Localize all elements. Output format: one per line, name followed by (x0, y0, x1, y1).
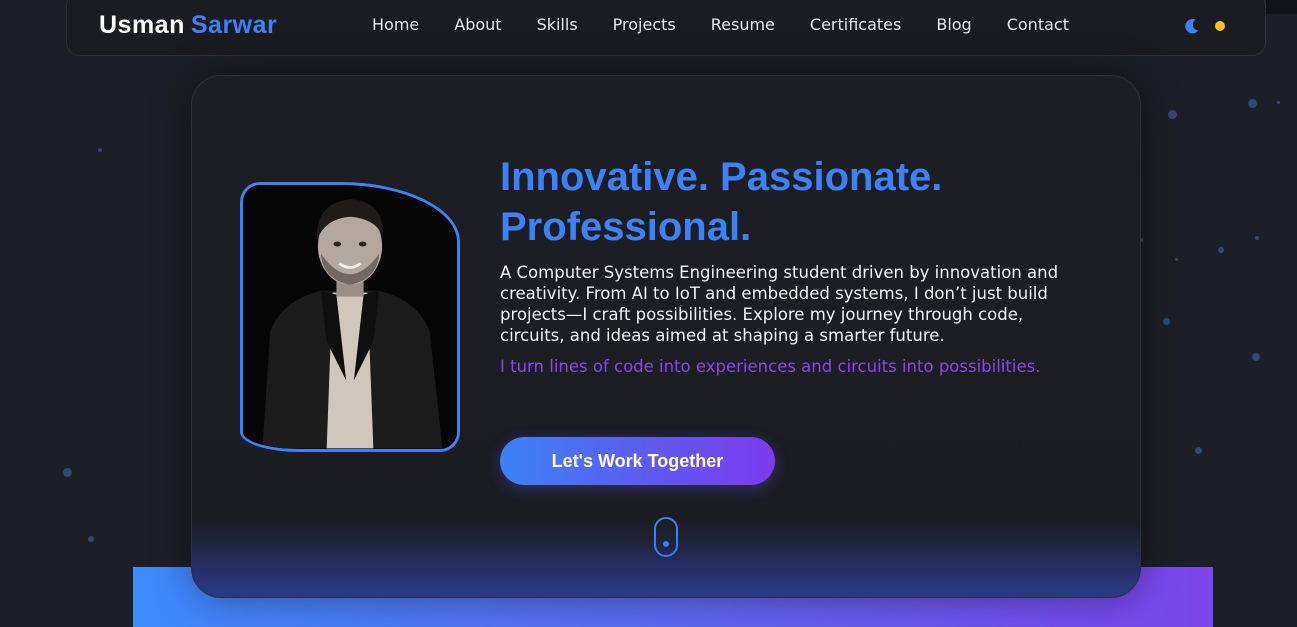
hero-description: A Computer Systems Engineering student d… (500, 263, 1059, 345)
profile-photo (240, 182, 460, 452)
scroll-wheel-icon (663, 541, 669, 547)
nav-link-skills[interactable]: Skills (537, 15, 578, 34)
window-edge (1266, 0, 1297, 14)
background-dot (1248, 99, 1257, 108)
nav-links: Home About Skills Projects Resume Certif… (372, 15, 1104, 34)
profile-photo-image (243, 185, 457, 449)
navbar: Usman Sarwar Home About Skills Projects R… (66, 0, 1266, 56)
background-dot (1168, 110, 1177, 119)
background-dot (98, 148, 102, 152)
nav-link-home[interactable]: Home (372, 15, 419, 34)
background-dot (1255, 236, 1259, 240)
background-dot (1218, 247, 1224, 253)
moon-icon[interactable] (1183, 17, 1201, 35)
nav-link-resume[interactable]: Resume (711, 15, 775, 34)
hero-headline: Innovative. Passionate. Professional. (500, 152, 1060, 252)
scroll-down-indicator[interactable] (654, 517, 678, 557)
background-dot (1175, 258, 1178, 261)
background-dot (88, 536, 94, 542)
background-dot (1195, 447, 1202, 454)
hero-headline-line-1: Innovative. Passionate. (500, 155, 943, 199)
work-together-button[interactable]: Let's Work Together (500, 437, 775, 485)
nav-link-certificates[interactable]: Certificates (810, 15, 901, 34)
sun-icon[interactable] (1215, 21, 1225, 31)
nav-link-blog[interactable]: Blog (936, 15, 971, 34)
background-dot (63, 468, 72, 477)
hero-card: Innovative. Passionate. Professional. A … (191, 75, 1141, 598)
brand-logo[interactable]: Usman Sarwar (99, 11, 277, 40)
hero-tagline: I turn lines of code into experiences an… (500, 357, 1041, 376)
hero-headline-line-2: Professional. (500, 205, 752, 249)
theme-toggle[interactable] (1183, 17, 1225, 35)
brand-first-name: Usman (99, 11, 185, 39)
background-dot (1277, 101, 1280, 104)
nav-link-contact[interactable]: Contact (1007, 15, 1069, 34)
background-dot (1163, 318, 1170, 325)
nav-link-projects[interactable]: Projects (613, 15, 676, 34)
background-dot (1252, 353, 1260, 361)
brand-last-name: Sarwar (190, 11, 278, 39)
nav-link-about[interactable]: About (454, 15, 501, 34)
